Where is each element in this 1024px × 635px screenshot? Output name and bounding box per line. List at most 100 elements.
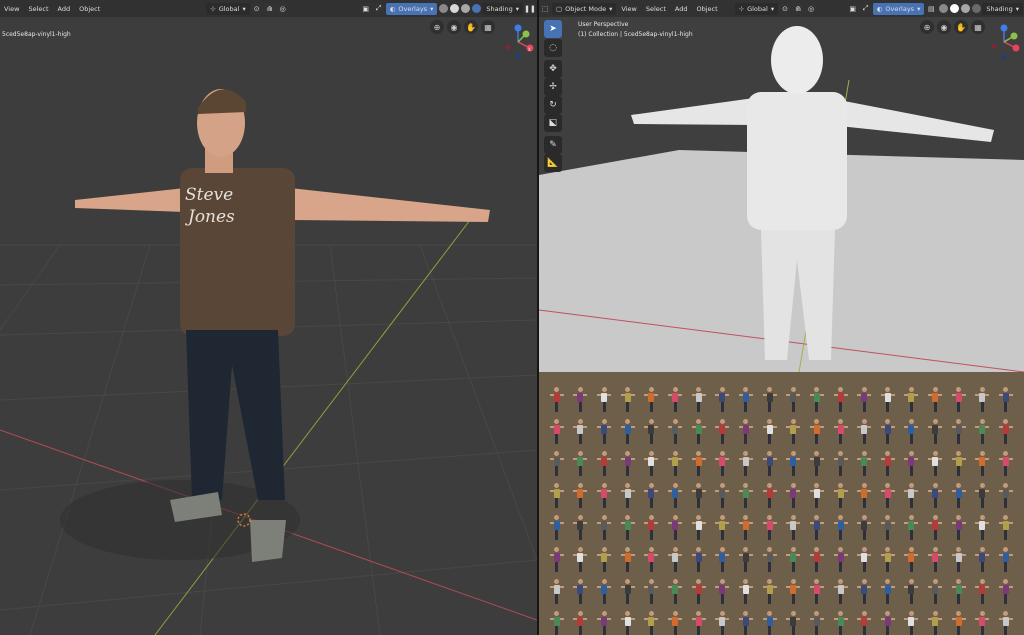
menu-view[interactable]: View: [0, 3, 23, 15]
mode-dropdown[interactable]: ▢ Object Mode ▾: [552, 2, 617, 15]
gizmo-x-label: X: [528, 47, 531, 52]
character-thumbnail[interactable]: [809, 611, 824, 635]
character-thumbnail[interactable]: [762, 611, 777, 635]
zoom-icon[interactable]: ⊕: [920, 20, 934, 34]
wireframe-icon[interactable]: [939, 4, 949, 13]
perspective-label: User Perspective: [578, 21, 629, 28]
axis-gizmo[interactable]: [984, 22, 1024, 62]
rendered-icon[interactable]: [972, 4, 982, 13]
annotate-icon[interactable]: ✎: [544, 136, 562, 154]
chevron-down-icon: ▾: [770, 4, 775, 13]
menu-object[interactable]: Object: [75, 3, 104, 15]
thumbnail-row: [539, 504, 1024, 540]
shading-dropdown[interactable]: Shading ▾: [482, 2, 523, 15]
menu-add[interactable]: Add: [54, 3, 75, 15]
overlays-icon: ◐: [389, 4, 396, 13]
object-name-label: 5ced5e8ap-vinyl1-high: [2, 31, 71, 38]
solid-icon[interactable]: [450, 4, 460, 13]
overlays-icon: ◐: [876, 4, 883, 13]
cursor-icon[interactable]: ◌: [544, 39, 562, 57]
viewport-display-icon[interactable]: ▣: [846, 2, 859, 15]
svg-text:Jones: Jones: [185, 207, 235, 227]
transform-orientation-dropdown[interactable]: ⊹ Global ▾: [206, 2, 250, 15]
menu-add[interactable]: Add: [671, 3, 692, 15]
overlays-dropdown[interactable]: ◐ Overlays ▾: [872, 2, 925, 15]
character-thumbnail[interactable]: [833, 611, 848, 635]
pivot-icon[interactable]: ⊙: [779, 2, 792, 15]
wireframe-icon[interactable]: [439, 4, 449, 13]
scale-icon[interactable]: ⬕: [544, 114, 562, 132]
pivot-icon[interactable]: ⊙: [250, 2, 263, 15]
camera-icon[interactable]: ◉: [447, 20, 461, 34]
character-thumbnail[interactable]: [928, 611, 943, 635]
select-box-icon[interactable]: ➤: [544, 20, 562, 38]
character-thumbnail[interactable]: [715, 611, 730, 635]
menu-select[interactable]: Select: [642, 3, 670, 15]
thumbnail-row: [539, 440, 1024, 476]
character-thumbnail[interactable]: [691, 611, 706, 635]
character-thumbnail[interactable]: [573, 611, 588, 635]
rendered-icon[interactable]: [472, 4, 482, 13]
hand-pan-icon[interactable]: ✋: [954, 20, 968, 34]
character-thumbnail[interactable]: [975, 611, 990, 635]
material-icon[interactable]: [961, 4, 971, 13]
menu-select[interactable]: Select: [24, 3, 52, 15]
character-thumbnail[interactable]: [857, 611, 872, 635]
gizmo-toggle-icon[interactable]: ⤢: [372, 2, 385, 15]
character-thumbnail[interactable]: [668, 611, 683, 635]
object-mode-icon: ▢: [556, 4, 563, 13]
gizmo-toggle-icon[interactable]: ⤢: [859, 2, 872, 15]
left-3d-viewport[interactable]: Steve Jones View Select Add Object ⊹ Glo…: [0, 0, 537, 635]
character-thumbnail[interactable]: [549, 611, 564, 635]
move-icon[interactable]: ✥: [544, 60, 562, 78]
magnet-icon[interactable]: ⋒: [263, 2, 276, 15]
menu-object[interactable]: Object: [692, 3, 721, 15]
thumbnail-row: [539, 568, 1024, 604]
character-thumbnail[interactable]: [620, 611, 635, 635]
measure-icon[interactable]: 📐: [544, 154, 562, 172]
character-thumbnail[interactable]: [880, 611, 895, 635]
shading-dropdown[interactable]: Shading ▾: [982, 2, 1023, 15]
orientation-icon: ⊹: [210, 4, 216, 13]
thumbnail-row: [539, 472, 1024, 508]
rotate-icon[interactable]: ↻: [544, 96, 562, 114]
character-thumbnail[interactable]: [738, 611, 753, 635]
zoom-icon[interactable]: ⊕: [430, 20, 444, 34]
character-thumbnail[interactable]: [597, 611, 612, 635]
material-icon[interactable]: [461, 4, 471, 13]
viewport-grid: Steve Jones: [0, 89, 537, 635]
viewport-display-icon[interactable]: ▣: [359, 2, 372, 15]
xray-icon[interactable]: ▤: [925, 2, 938, 15]
right-3d-viewport[interactable]: ⬚ ▢ Object Mode ▾ View Select Add Object…: [539, 0, 1024, 372]
shading-label: Shading: [486, 4, 513, 13]
right-viewport-header: ⬚ ▢ Object Mode ▾ View Select Add Object…: [539, 0, 1024, 17]
character-thumbnail[interactable]: [786, 611, 801, 635]
grid-icon[interactable]: ▦: [481, 20, 495, 34]
transform-orientation-dropdown[interactable]: ⊹ Global ▾: [734, 2, 779, 15]
proportional-edit-icon[interactable]: ◎: [276, 2, 289, 15]
character-thumbnail-grid[interactable]: [539, 372, 1024, 635]
menu-view[interactable]: View: [617, 3, 640, 15]
character-thumbnail[interactable]: [904, 611, 919, 635]
character-thumbnail[interactable]: [951, 611, 966, 635]
character-thumbnail[interactable]: [998, 611, 1013, 635]
overlays-dropdown[interactable]: ◐ Overlays ▾: [385, 2, 438, 15]
thumbnail-row: [539, 376, 1024, 412]
chevron-down-icon: ▾: [917, 4, 921, 13]
thumbnail-row: [539, 536, 1024, 572]
collection-label: (1) Collection | 5ced5e8ap-vinyl1-high: [578, 31, 693, 38]
proportional-edit-icon[interactable]: ◎: [805, 2, 818, 15]
hand-pan-icon[interactable]: ✋: [464, 20, 478, 34]
axis-gizmo[interactable]: X: [498, 22, 537, 62]
magnet-icon[interactable]: ⋒: [792, 2, 805, 15]
move-arrows-icon[interactable]: ✢: [544, 78, 562, 96]
viewport-icon[interactable]: ⬚: [539, 2, 551, 15]
chevron-down-icon: ▾: [515, 4, 519, 13]
viewport-floor: [539, 26, 1024, 372]
pause-icon[interactable]: ❚❚: [524, 2, 536, 15]
camera-icon[interactable]: ◉: [937, 20, 951, 34]
solid-icon[interactable]: [950, 4, 960, 13]
character-thumbnail[interactable]: [644, 611, 659, 635]
chevron-down-icon: ▾: [609, 4, 613, 13]
grid-icon[interactable]: ▦: [971, 20, 985, 34]
